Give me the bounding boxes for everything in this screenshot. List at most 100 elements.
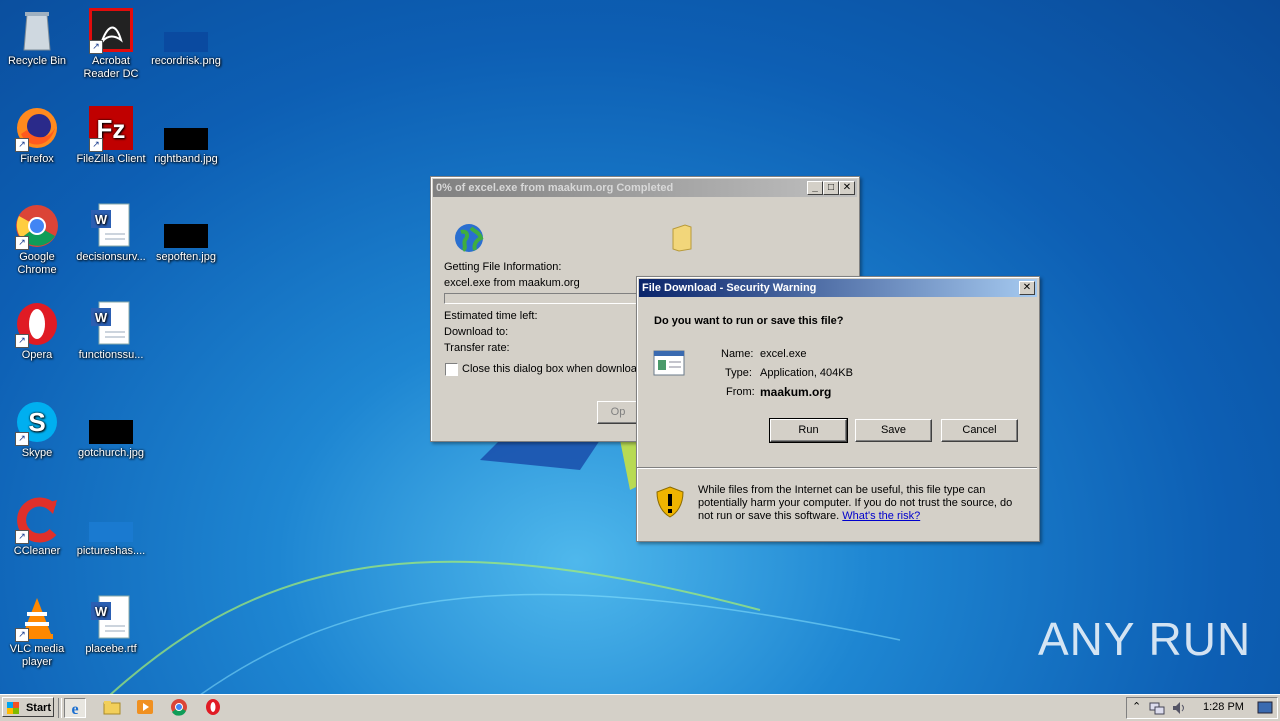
anyrun-watermark: ANY RUN [1038,613,1252,665]
desktop-icon-firefox[interactable]: ↗ Firefox [0,104,74,166]
close-when-done-checkbox[interactable] [445,363,458,376]
dialog-separator [637,467,1037,469]
svg-text:S: S [28,407,45,437]
desktop-icon-recycle-bin[interactable]: Recycle Bin [0,6,74,68]
word-doc-icon: W [87,300,135,348]
internet-explorer-icon: e [71,701,78,718]
desktop-icon-ccleaner[interactable]: ↗ CCleaner [0,496,74,558]
name-value: excel.exe [760,348,807,360]
shortcut-arrow-icon: ↗ [15,236,29,250]
taskbar-separator [58,698,62,718]
skype-icon: S ↗ [13,398,61,446]
from-value: maakum.org [760,385,832,399]
close-when-done-label: Close this dialog box when download [462,363,644,375]
desktop-icon-decisionsurv[interactable]: W decisionsurv... [74,202,148,264]
svg-text:W: W [95,212,108,227]
desktop-icon-sepoften[interactable]: sepoften.jpg [149,202,223,264]
svg-text:e: e [71,701,78,717]
minimize-button[interactable]: _ [807,181,823,195]
media-player-icon [137,700,153,714]
from-label: From: [726,386,755,398]
desktop-icon-filezilla[interactable]: Fz ↗ FileZilla Client [74,104,148,166]
svg-text:W: W [95,604,108,619]
image-file-icon [87,496,135,544]
type-value: Application, 404KB [760,367,853,379]
taskbar: Start e ⌃ 1:28 PM [0,694,1280,721]
shortcut-arrow-icon: ↗ [15,334,29,348]
type-label: Type: [725,367,752,379]
shortcut-arrow-icon: ↗ [89,138,103,152]
cancel-button[interactable]: Cancel [941,419,1018,442]
transfer-rate-label: Transfer rate: [444,342,510,354]
vlc-icon: ↗ [13,594,61,642]
svg-text:W: W [95,310,108,325]
desktop-icon-placebe[interactable]: W placebe.rtf [74,594,148,656]
volume-icon[interactable] [1171,700,1187,716]
word-doc-icon: W [87,594,135,642]
opera-icon: ↗ [13,300,61,348]
media-player-taskbar-button[interactable] [135,698,157,718]
chrome-icon [171,699,187,716]
download-status-text: Getting File Information: [444,261,562,273]
desktop-icon-functionssu[interactable]: W functionssu... [74,300,148,362]
filezilla-icon: Fz ↗ [87,104,135,152]
run-button[interactable]: Run [769,418,848,443]
start-button[interactable]: Start [2,697,54,717]
desktop-icon-gotchurch[interactable]: gotchurch.jpg [74,398,148,460]
show-hidden-icons-chevron-up-icon[interactable]: ⌃ [1132,700,1141,713]
internet-explorer-taskbar-button[interactable]: e [64,698,86,718]
windows-logo-icon [7,702,19,714]
open-button[interactable]: Op [597,401,639,424]
security-warning-text: While files from the Internet can be use… [698,484,1026,523]
network-icon[interactable] [1149,700,1165,716]
clock[interactable]: 1:28 PM [1203,701,1244,713]
shield-icon [656,486,684,518]
shortcut-arrow-icon: ↗ [15,138,29,152]
shortcut-arrow-icon: ↗ [15,530,29,544]
chrome-icon: ↗ [13,202,61,250]
download-file-text: excel.exe from maakum.org [444,277,580,289]
desktop-icon-pictureshas[interactable]: pictureshas.... [74,496,148,558]
download-to-label: Download to: [444,326,509,338]
desktop-icon-vlc[interactable]: ↗ VLC media player [0,594,74,669]
folder-icon [103,701,121,715]
start-label: Start [25,702,51,714]
download-window-title: 0% of excel.exe from maakum.org Complete… [436,182,674,194]
opera-icon [206,699,220,715]
security-warning-dialog: File Download - Security Warning ✕ Do yo… [636,276,1040,542]
close-button[interactable]: ✕ [1019,281,1035,295]
desktop-icon-chrome[interactable]: ↗ Google Chrome [0,202,74,277]
globe-icon [455,224,484,252]
image-file-icon [87,398,135,446]
whats-the-risk-link[interactable]: What's the risk? [842,510,920,522]
shortcut-arrow-icon: ↗ [15,628,29,642]
shortcut-arrow-icon: ↗ [89,40,103,54]
desktop-icon-acrobat[interactable]: ↗ Acrobat Reader DC [74,6,148,81]
application-file-icon [653,350,685,376]
security-dialog-titlebar[interactable]: File Download - Security Warning ✕ [639,279,1037,297]
name-label: Name: [721,348,754,360]
download-window-titlebar[interactable]: 0% of excel.exe from maakum.org Complete… [433,179,857,197]
system-tray: ⌃ 1:28 PM [1126,697,1278,719]
desktop-icon-opera[interactable]: ↗ Opera [0,300,74,362]
image-file-icon [162,202,210,250]
recycle-bin-icon [13,6,61,54]
desktop-icon-recordrisk[interactable]: recordrisk.png [149,6,223,68]
chrome-taskbar-button[interactable] [169,698,191,718]
explorer-taskbar-button[interactable] [102,698,124,718]
word-doc-icon: W [87,202,135,250]
security-question: Do you want to run or save this file? [654,315,844,327]
estimated-time-label: Estimated time left: [444,310,538,322]
ccleaner-icon: ↗ [13,496,61,544]
security-dialog-title: File Download - Security Warning [642,282,817,294]
opera-taskbar-button[interactable] [203,698,225,718]
desktop-icon-rightband[interactable]: rightband.jpg [149,104,223,166]
show-desktop-icon[interactable] [1257,701,1273,715]
maximize-button[interactable]: □ [823,181,839,195]
save-button[interactable]: Save [855,419,932,442]
shortcut-arrow-icon: ↗ [15,432,29,446]
firefox-icon: ↗ [13,104,61,152]
close-button[interactable]: ✕ [839,181,855,195]
desktop-icon-skype[interactable]: S ↗ Skype [0,398,74,460]
folder-icon [672,224,692,252]
